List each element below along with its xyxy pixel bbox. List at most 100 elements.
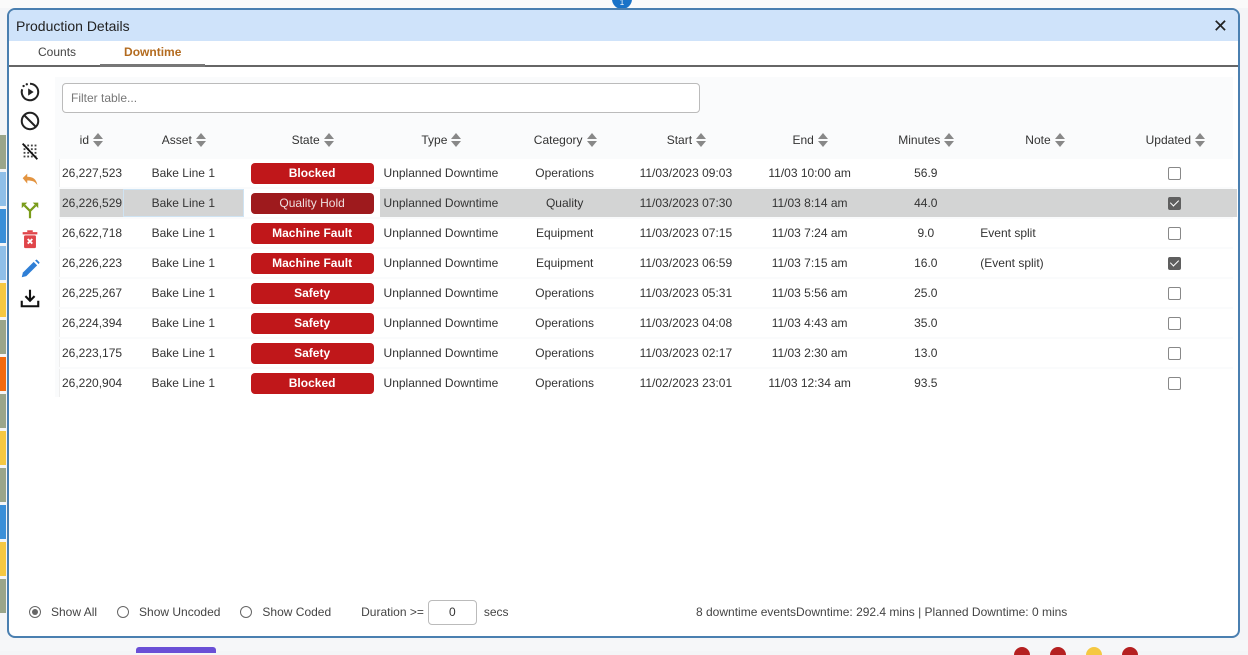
- table-row[interactable]: 26,226,529 Bake Line 1 Quality Hold Unplann…: [59, 189, 1237, 217]
- edit-button[interactable]: [17, 254, 43, 284]
- column-header-label: Asset: [161, 132, 192, 147]
- end-cell: 11/03 7:15 am: [743, 249, 876, 277]
- updated-checkbox[interactable]: [1168, 347, 1182, 361]
- table-row[interactable]: 26,225,267 Bake Line 1 Safety Unplanned Dow…: [59, 279, 1237, 307]
- action-toolbar: [15, 77, 45, 313]
- clear-selection-button[interactable]: [17, 136, 43, 166]
- column-header-minutes[interactable]: Minutes: [875, 123, 976, 157]
- state-cell: Safety: [243, 279, 381, 307]
- duration-label: Duration >=: [361, 605, 424, 619]
- download-button[interactable]: [17, 284, 43, 314]
- downtime-summary: 8 downtime eventsDowntime: 292.4 mins | …: [696, 605, 1068, 619]
- state-badge[interactable]: Safety: [250, 312, 374, 334]
- delete-button[interactable]: [17, 225, 43, 255]
- table-header-row: id Asset State Type Category Start End Minutes N…: [59, 123, 1237, 157]
- close-icon[interactable]: ✕: [1211, 17, 1230, 35]
- column-header-id[interactable]: id: [59, 123, 123, 157]
- table-row[interactable]: 26,622,718 Bake Line 1 Machine Fault Unplan…: [59, 219, 1237, 247]
- start-cell: 11/03/2023 02:17: [627, 339, 744, 367]
- sort-icon[interactable]: [944, 133, 955, 148]
- column-header-category[interactable]: Category: [502, 123, 628, 157]
- undo-icon: [22, 173, 38, 186]
- tab-counts[interactable]: Counts: [14, 45, 100, 65]
- column-header-type[interactable]: Type: [380, 123, 501, 157]
- sort-icon[interactable]: [1195, 133, 1206, 148]
- updated-cell: [1112, 249, 1237, 277]
- table-row[interactable]: 26,226,223 Bake Line 1 Machine Fault Unplan…: [59, 249, 1237, 277]
- background-strip: [0, 542, 6, 576]
- tab-bar: Counts Downtime: [9, 41, 1238, 67]
- updated-checkbox[interactable]: [1168, 227, 1182, 241]
- state-cell: Quality Hold: [243, 189, 381, 217]
- id-cell: 26,220,904: [59, 369, 123, 397]
- updated-checkbox[interactable]: [1168, 197, 1182, 211]
- asset-cell: Bake Line 1: [122, 369, 244, 397]
- delete-icon: [22, 230, 38, 249]
- state-badge[interactable]: Blocked: [250, 372, 374, 394]
- state-badge[interactable]: Quality Hold: [250, 192, 374, 214]
- type-cell: Unplanned Downtime: [380, 189, 502, 217]
- tab-downtime[interactable]: Downtime: [100, 45, 206, 67]
- table-row[interactable]: 26,224,394 Bake Line 1 Safety Unplanned Dow…: [59, 309, 1237, 337]
- background-strip: [0, 209, 6, 243]
- table-panel: id Asset State Type Category Start End Minutes N…: [55, 77, 1237, 397]
- undo-button[interactable]: [17, 166, 43, 196]
- sort-icon[interactable]: [195, 133, 206, 148]
- sort-icon[interactable]: [1054, 133, 1065, 148]
- play-circle-button[interactable]: [17, 77, 43, 107]
- column-header-start[interactable]: Start: [628, 123, 744, 157]
- radio-show-uncoded[interactable]: Show Uncoded: [117, 605, 220, 619]
- state-badge[interactable]: Machine Fault: [250, 222, 374, 244]
- minutes-cell: 9.0: [875, 219, 977, 247]
- updated-checkbox[interactable]: [1168, 287, 1182, 301]
- id-cell: 26,224,394: [59, 309, 123, 337]
- column-header-updated[interactable]: Updated: [1113, 123, 1237, 157]
- updated-checkbox[interactable]: [1168, 377, 1182, 391]
- updated-checkbox[interactable]: [1168, 317, 1182, 331]
- start-cell: 11/03/2023 05:31: [627, 279, 744, 307]
- type-cell: Unplanned Downtime: [380, 219, 502, 247]
- column-header-asset[interactable]: Asset: [123, 123, 244, 157]
- table-row[interactable]: 26,223,175 Bake Line 1 Safety Unplanned Dow…: [59, 339, 1237, 367]
- radio-indicator[interactable]: [29, 606, 41, 618]
- column-header-note[interactable]: Note: [976, 123, 1112, 157]
- background-strip: [0, 394, 6, 428]
- radio-show-coded[interactable]: Show Coded: [240, 605, 331, 619]
- background-strip: [0, 283, 6, 317]
- state-badge[interactable]: Safety: [250, 342, 374, 364]
- radio-show-all[interactable]: Show All: [29, 605, 97, 619]
- state-badge[interactable]: Machine Fault: [250, 252, 374, 274]
- sort-icon[interactable]: [323, 133, 334, 148]
- category-cell: Operations: [501, 369, 628, 397]
- filter-table-input[interactable]: [62, 83, 700, 113]
- edit-icon: [21, 259, 40, 277]
- footer-bar: Show All Show Uncoded Show Coded Duratio…: [9, 597, 1238, 627]
- end-cell: 11/03 12:34 am: [743, 369, 876, 397]
- play-circle-icon: [20, 82, 40, 101]
- duration-input[interactable]: [427, 599, 477, 625]
- updated-checkbox[interactable]: [1168, 167, 1182, 181]
- sort-icon[interactable]: [93, 133, 104, 148]
- state-badge[interactable]: Safety: [250, 282, 374, 304]
- id-cell: 26,226,223: [59, 249, 123, 277]
- sort-icon[interactable]: [451, 133, 462, 148]
- minutes-cell: 16.0: [875, 249, 977, 277]
- sort-icon[interactable]: [696, 133, 707, 148]
- sort-icon[interactable]: [586, 133, 597, 148]
- radio-indicator[interactable]: [117, 606, 130, 618]
- radio-indicator[interactable]: [240, 606, 253, 618]
- ban-icon: [20, 111, 40, 131]
- column-header-state[interactable]: State: [244, 123, 380, 157]
- table-row[interactable]: 26,227,523 Bake Line 1 Blocked Unplanned Do…: [59, 159, 1237, 187]
- column-header-end[interactable]: End: [744, 123, 875, 157]
- sort-icon[interactable]: [817, 133, 828, 148]
- note-cell: Event split: [976, 219, 1113, 247]
- split-button[interactable]: [17, 195, 43, 225]
- updated-checkbox[interactable]: [1168, 257, 1182, 271]
- ban-button[interactable]: [17, 107, 43, 137]
- id-cell: 26,223,175: [59, 339, 123, 367]
- state-cell: Safety: [243, 339, 381, 367]
- state-badge[interactable]: Blocked: [250, 162, 374, 184]
- split-icon: [21, 202, 39, 218]
- table-row[interactable]: 26,220,904 Bake Line 1 Blocked Unplanned Do…: [59, 369, 1237, 397]
